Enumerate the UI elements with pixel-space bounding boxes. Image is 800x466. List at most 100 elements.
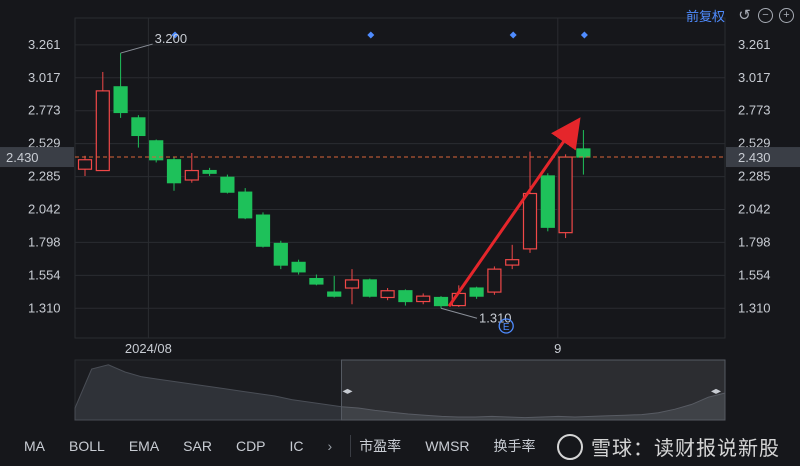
candle[interactable] bbox=[433, 296, 449, 309]
y-tick-label-left: 1.554 bbox=[28, 267, 61, 282]
x-tick-label: 2024/08 bbox=[125, 341, 172, 356]
tab-sar[interactable]: SAR bbox=[183, 438, 212, 454]
candle-body bbox=[273, 242, 288, 266]
candle-body bbox=[540, 175, 555, 228]
candle[interactable] bbox=[380, 288, 395, 301]
candle-body bbox=[416, 295, 431, 303]
zoom-in-icon[interactable]: + bbox=[779, 8, 794, 23]
tab-cdp[interactable]: CDP bbox=[236, 438, 266, 454]
candle[interactable] bbox=[202, 167, 217, 176]
tab-boll[interactable]: BOLL bbox=[69, 438, 105, 454]
y-tick-label-right: 3.017 bbox=[738, 70, 771, 85]
event-markers bbox=[171, 31, 588, 39]
y-tick-label-left: 1.310 bbox=[28, 300, 61, 315]
navigator-handle-left-icon[interactable]: ◂▸ bbox=[343, 386, 353, 397]
candle[interactable] bbox=[238, 188, 253, 220]
divider bbox=[350, 435, 352, 457]
candle[interactable] bbox=[522, 151, 538, 253]
event-marker-icon bbox=[580, 31, 588, 39]
tab-ic[interactable]: IC bbox=[290, 438, 304, 454]
candle[interactable] bbox=[95, 71, 110, 172]
navigator[interactable]: ◂▸ ◂▸ bbox=[74, 359, 726, 421]
tab-turnover[interactable]: 换手率 bbox=[494, 436, 536, 456]
candle[interactable] bbox=[113, 53, 128, 118]
candle[interactable] bbox=[469, 286, 484, 299]
candle-body bbox=[344, 279, 360, 289]
candle-body bbox=[184, 169, 199, 181]
candle[interactable] bbox=[327, 275, 342, 298]
y-tick-label-right: 2.042 bbox=[738, 201, 771, 216]
x-axis-labels: 2024/08 9 bbox=[125, 341, 562, 356]
chevron-right-icon[interactable]: › bbox=[328, 438, 333, 454]
candle[interactable] bbox=[291, 259, 306, 275]
tab-ma[interactable]: MA bbox=[24, 438, 45, 454]
candles[interactable] bbox=[77, 53, 591, 309]
candle[interactable] bbox=[166, 157, 182, 191]
candle[interactable] bbox=[487, 266, 502, 295]
watermark-text: 雪球：读财报说新股 bbox=[591, 438, 780, 460]
candle[interactable] bbox=[149, 139, 164, 163]
candle-body bbox=[113, 86, 128, 114]
candle-body bbox=[469, 287, 484, 297]
candle[interactable] bbox=[273, 240, 288, 270]
candle[interactable] bbox=[576, 130, 591, 175]
snowball-logo-icon bbox=[557, 433, 583, 460]
candle-body bbox=[380, 290, 395, 299]
candle-body bbox=[166, 159, 182, 184]
annotation-label: 3.200 bbox=[155, 31, 188, 46]
zoom-out-icon[interactable]: − bbox=[758, 8, 773, 23]
candle[interactable] bbox=[540, 173, 555, 232]
tab-ema[interactable]: EMA bbox=[129, 438, 159, 454]
watermark: 雪球：读财报说新股 bbox=[557, 432, 780, 461]
candle-body bbox=[202, 169, 217, 174]
trend-arrow bbox=[447, 117, 581, 308]
y-tick-label-left: 3.261 bbox=[28, 37, 61, 52]
candle-body bbox=[220, 176, 235, 193]
annotation-leader bbox=[120, 43, 153, 54]
y-tick-label-right: 1.310 bbox=[738, 300, 771, 315]
event-marker-icon bbox=[367, 31, 375, 39]
candle[interactable] bbox=[416, 293, 431, 305]
tab-wmsr[interactable]: WMSR bbox=[425, 438, 469, 454]
candle-body bbox=[327, 291, 342, 297]
candle-body bbox=[291, 261, 306, 273]
candle[interactable] bbox=[220, 174, 235, 194]
candle[interactable] bbox=[255, 212, 271, 248]
candle[interactable] bbox=[362, 278, 377, 298]
tab-pe[interactable]: 市盈率 bbox=[359, 436, 401, 456]
undo-icon[interactable]: ↺ bbox=[737, 8, 752, 23]
candle[interactable] bbox=[77, 155, 93, 176]
y-tick-label-right: 1.798 bbox=[738, 234, 771, 249]
chart-toolbar: 前复权 ↺ − + bbox=[686, 6, 794, 25]
candle[interactable] bbox=[558, 154, 573, 239]
candle-body bbox=[255, 214, 271, 247]
y-axis-left: 3.2613.0172.7732.5292.2852.0421.7981.554… bbox=[28, 37, 61, 315]
candle[interactable] bbox=[344, 269, 360, 305]
y-tick-label-right: 2.773 bbox=[738, 103, 771, 118]
candle[interactable] bbox=[505, 244, 520, 270]
trend-arrow-line bbox=[447, 117, 581, 308]
y-tick-label-right: 2.285 bbox=[738, 169, 771, 184]
candle[interactable] bbox=[398, 289, 413, 306]
y-tick-label-left: 1.798 bbox=[28, 234, 61, 249]
dividend-marker-label: E bbox=[503, 322, 510, 333]
candlestick-chart[interactable]: 2024/08 9 3.2613.0172.7732.5292.2852.0421… bbox=[0, 0, 800, 426]
event-marker-icon bbox=[509, 31, 517, 39]
candle-body bbox=[131, 117, 146, 137]
candle[interactable] bbox=[131, 115, 146, 148]
candle-body bbox=[522, 192, 538, 250]
candle-body bbox=[576, 148, 591, 158]
candle[interactable] bbox=[309, 274, 324, 286]
y-tick-label-left: 2.042 bbox=[28, 201, 61, 216]
y-tick-label-left: 2.773 bbox=[28, 103, 61, 118]
navigator-window[interactable] bbox=[341, 359, 726, 421]
adjust-mode-button[interactable]: 前复权 bbox=[686, 6, 725, 25]
annotation-leader bbox=[440, 307, 478, 319]
navigator-handle-right-icon[interactable]: ◂▸ bbox=[711, 386, 721, 397]
x-tick-label: 9 bbox=[554, 341, 561, 356]
candle-body bbox=[77, 159, 93, 170]
y-tick-label-right: 1.554 bbox=[738, 267, 771, 282]
price-label-left: 2.430 bbox=[6, 150, 39, 165]
candle-body bbox=[558, 156, 573, 234]
candle-body bbox=[505, 259, 520, 266]
